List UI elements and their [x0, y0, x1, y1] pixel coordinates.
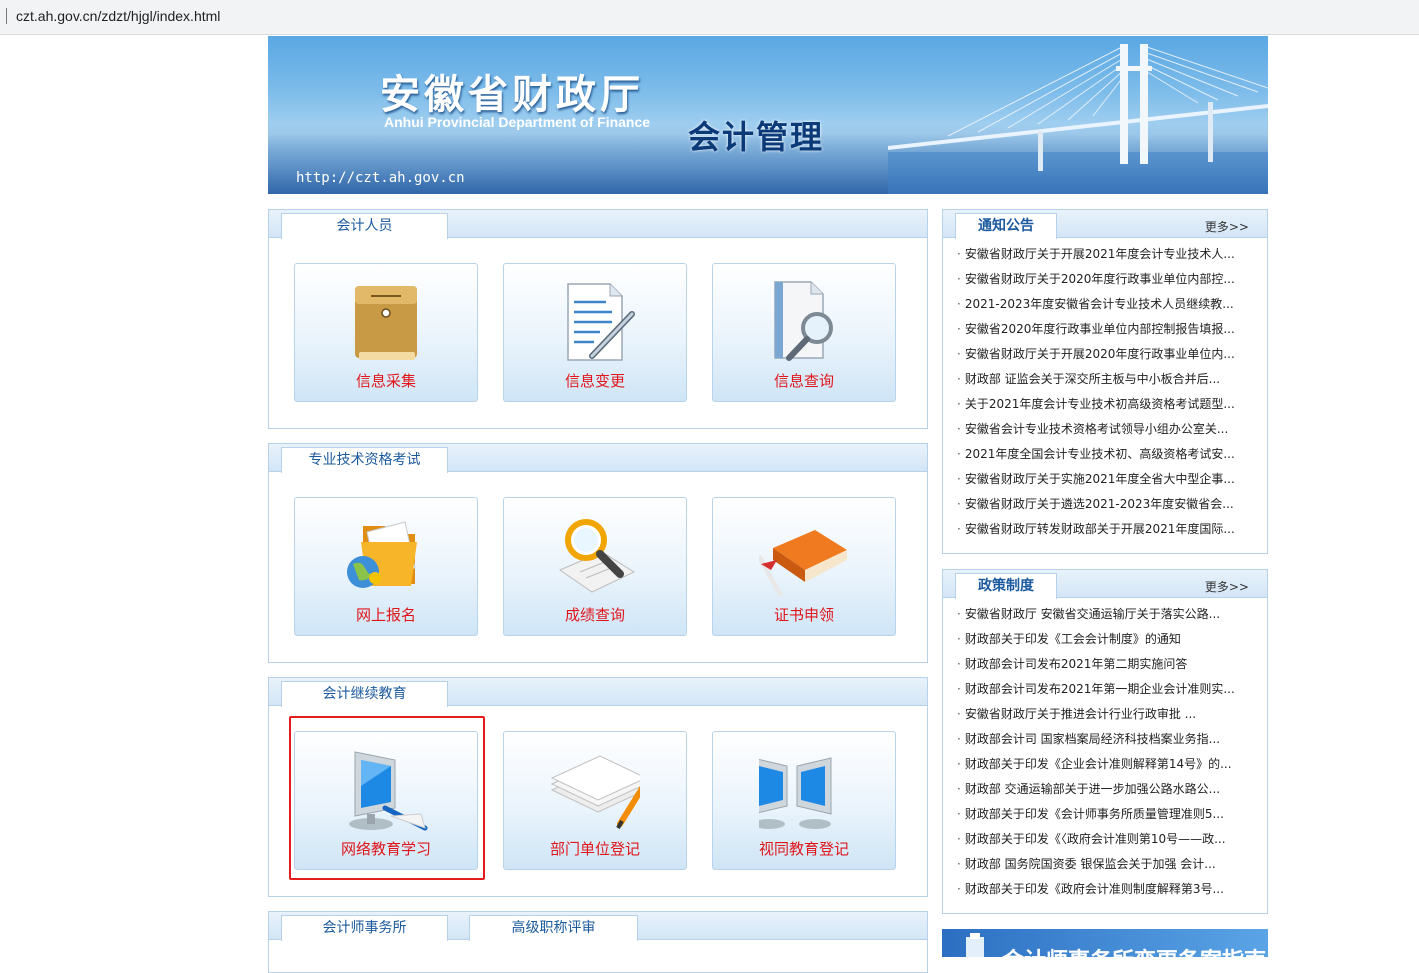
notices-title[interactable]: 通知公告: [955, 213, 1057, 239]
notice-item[interactable]: 安徽省财政厅关于开展2020年度行政事业单位内...: [957, 342, 1253, 367]
notices-panel: 通知公告 更多>> 安徽省财政厅关于开展2021年度会计专业技术人... 安徽省…: [942, 209, 1268, 554]
text-cursor: [6, 8, 7, 24]
section-accountants: 会计人员 信息采集 信息变更 信息查询: [268, 209, 928, 429]
notice-item[interactable]: 财政部 证监会关于深交所主板与中小板合并后...: [957, 367, 1253, 392]
policy-item[interactable]: 财政部 交通运输部关于进一步加强公路水路公...: [957, 777, 1253, 802]
notices-list: 安徽省财政厅关于开展2021年度会计专业技术人... 安徽省财政厅关于2020年…: [957, 242, 1253, 542]
bridge-illustration: [888, 44, 1268, 194]
tile-label: 网上报名: [355, 606, 416, 624]
notices-more-link[interactable]: 更多>>: [1205, 218, 1249, 235]
notice-item[interactable]: 安徽省财政厅关于2020年度行政事业单位内部控...: [957, 267, 1253, 292]
banner-title-english: Anhui Provincial Department of Finance: [384, 114, 651, 130]
tile-info-query[interactable]: 信息查询: [712, 263, 896, 402]
policy-item[interactable]: 财政部关于印发《政府会计准则制度解释第3号...: [957, 877, 1253, 902]
notice-item[interactable]: 关于2021年度会计专业技术初高级资格考试题型...: [957, 392, 1253, 417]
notice-item[interactable]: 2021年度全国会计专业技术初、高级资格考试安...: [957, 442, 1253, 467]
tile-online-registration[interactable]: 网上报名: [294, 497, 478, 636]
policy-item[interactable]: 财政部关于印发《工会会计制度》的通知: [957, 627, 1253, 652]
notice-item[interactable]: 安徽省财政厅关于遴选2021-2023年度安徽省会...: [957, 492, 1253, 517]
paper-stack-icon: [550, 755, 640, 829]
policy-item[interactable]: 安徽省财政厅 安徽省交通运输厅关于落实公路...: [957, 602, 1253, 627]
banner-subtitle: 会计管理: [688, 118, 825, 156]
address-bar[interactable]: czt.ah.gov.cn/zdzt/hjgl/index.html: [0, 0, 1419, 35]
notice-item[interactable]: 2021-2023年度安徽省会计专业技术人员继续教...: [957, 292, 1253, 317]
policy-item[interactable]: 财政部会计司发布2021年第二期实施问答: [957, 652, 1253, 677]
building-icon: [966, 933, 984, 957]
tile-unit-registration[interactable]: 部门单位登记: [503, 731, 687, 870]
archive-box-icon: [355, 286, 417, 360]
document-pen-icon: [567, 283, 635, 361]
policies-title[interactable]: 政策制度: [955, 573, 1057, 599]
tab-continuing-education[interactable]: 会计继续教育: [281, 681, 448, 707]
notice-item[interactable]: 安徽省财政厅关于实施2021年度全省大中型企事...: [957, 467, 1253, 492]
tile-certificate-claim[interactable]: 证书申领: [712, 497, 896, 636]
firm-change-guide-banner[interactable]: 会计师事务所变更备案指南: [942, 929, 1268, 957]
section-qualification-exam: 专业技术资格考试 网上报名 成绩查询 证书申领: [268, 443, 928, 663]
policy-item[interactable]: 财政部会计司发布2021年第一期企业会计准则实...: [957, 677, 1253, 702]
banner-title: 安徽省财政厅: [380, 71, 644, 118]
tile-label: 信息查询: [773, 372, 834, 390]
tab-accounting-firms[interactable]: 会计师事务所: [281, 915, 448, 941]
tile-info-collect[interactable]: 信息采集: [294, 263, 478, 402]
tile-label: 视同教育登记: [758, 840, 849, 858]
policy-item[interactable]: 财政部关于印发《〈政府会计准则第10号——政...: [957, 827, 1253, 852]
book-certificate-icon: [759, 530, 847, 598]
tile-equivalent-education[interactable]: 视同教育登记: [712, 731, 896, 870]
notice-item[interactable]: 安徽省2020年度行政事业单位内部控制报告填报...: [957, 317, 1253, 342]
tab-qualification-exam[interactable]: 专业技术资格考试: [281, 447, 448, 473]
section-firms-titles: 会计师事务所 高级职称评审: [268, 911, 928, 973]
tile-info-change[interactable]: 信息变更: [503, 263, 687, 402]
folder-globe-icon: [347, 521, 417, 588]
tab-accountants[interactable]: 会计人员: [281, 213, 448, 239]
tile-label: 成绩查询: [564, 606, 625, 624]
tile-score-query[interactable]: 成绩查询: [503, 497, 687, 636]
policies-list: 安徽省财政厅 安徽省交通运输厅关于落实公路... 财政部关于印发《工会会计制度》…: [957, 602, 1253, 902]
tile-label: 证书申领: [773, 606, 834, 624]
tile-label: 信息采集: [355, 372, 416, 390]
highlight-box: [289, 716, 485, 880]
two-computers-icon: [759, 757, 832, 829]
policy-item[interactable]: 财政部关于印发《会计师事务所质量管理准则5...: [957, 802, 1253, 827]
policy-item[interactable]: 财政部 国务院国资委 银保监会关于加强 会计...: [957, 852, 1253, 877]
notice-item[interactable]: 安徽省财政厅关于开展2021年度会计专业技术人...: [957, 242, 1253, 267]
policy-item[interactable]: 安徽省财政厅关于推进会计行业行政审批 ...: [957, 702, 1253, 727]
policies-panel: 政策制度 更多>> 安徽省财政厅 安徽省交通运输厅关于落实公路... 财政部关于…: [942, 569, 1268, 914]
header-banner: 安徽省财政厅 Anhui Provincial Department of Fi…: [268, 36, 1268, 194]
notice-item[interactable]: 安徽省会计专业技术资格考试领导小组办公室关...: [957, 417, 1253, 442]
policies-more-link[interactable]: 更多>>: [1205, 578, 1249, 595]
tab-senior-title-review[interactable]: 高级职称评审: [469, 915, 638, 941]
policy-item[interactable]: 财政部会计司 国家档案局经济科技档案业务指...: [957, 727, 1253, 752]
policy-item[interactable]: 财政部关于印发《企业会计准则解释第14号》的...: [957, 752, 1253, 777]
tile-label: 部门单位登记: [549, 840, 640, 858]
document-magnifier-icon: [774, 281, 833, 361]
tile-label: 信息变更: [564, 372, 625, 390]
banner-url: http://czt.ah.gov.cn: [296, 170, 465, 186]
notice-item[interactable]: 安徽省财政厅转发财政部关于开展2021年度国际...: [957, 517, 1253, 542]
magnifier-paper-icon: [558, 519, 636, 593]
guide-text: 会计师事务所变更备案指南: [1002, 943, 1266, 957]
url-text[interactable]: czt.ah.gov.cn/zdzt/hjgl/index.html: [16, 8, 220, 24]
